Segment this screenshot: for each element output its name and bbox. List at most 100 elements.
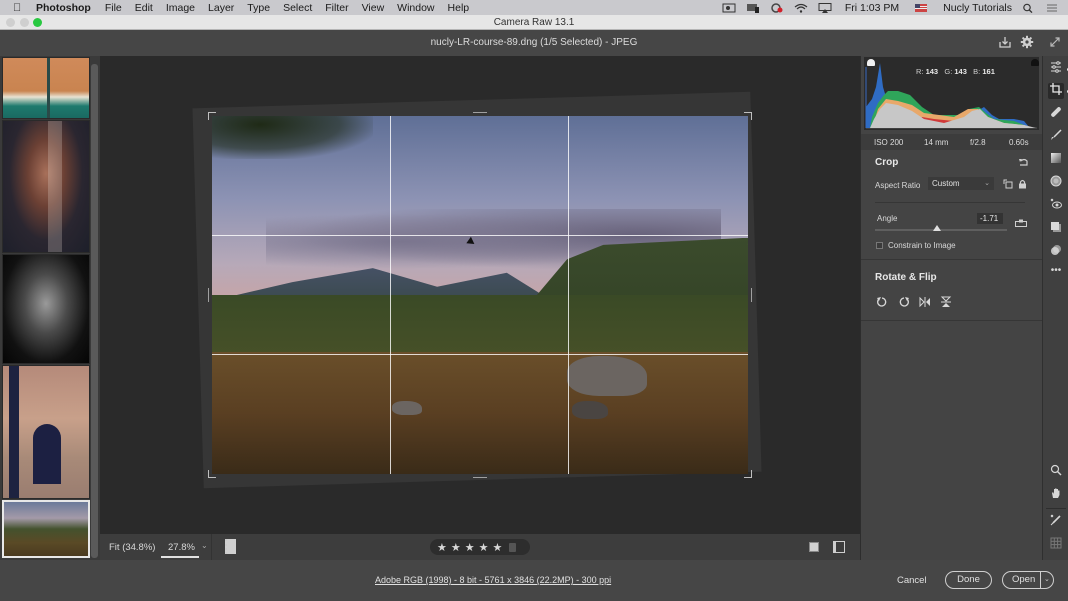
zoom-tool-icon[interactable]: [1048, 464, 1064, 480]
rating-star-4[interactable]: ★: [479, 541, 489, 554]
straighten-tool-icon[interactable]: [1015, 219, 1027, 229]
reset-crop-icon[interactable]: [1018, 158, 1029, 169]
open-options-chevron-icon[interactable]: ⌄: [1044, 572, 1050, 588]
crop-handle-top[interactable]: [473, 112, 487, 113]
flip-horizontal-icon[interactable]: [918, 296, 932, 310]
crop-handle-right[interactable]: [751, 288, 752, 302]
photo-preview[interactable]: [212, 116, 748, 474]
zoom-dropdown-chevron-icon[interactable]: ⌄: [201, 541, 208, 550]
zoom-fit-button[interactable]: Fit (34.8%): [109, 542, 155, 553]
flip-vertical-icon[interactable]: [939, 296, 953, 310]
menu-image[interactable]: Image: [166, 2, 195, 14]
rating-star-5[interactable]: ★: [493, 541, 503, 554]
before-after-view-icon[interactable]: [833, 541, 845, 553]
constrain-to-image-checkbox[interactable]: [876, 242, 883, 249]
highlight-clipping-warning-icon[interactable]: [1031, 59, 1039, 66]
open-button-label[interactable]: Open: [1012, 572, 1035, 588]
workflow-options-link[interactable]: Adobe RGB (1998) - 8 bit - 5761 x 3846 (…: [375, 575, 611, 585]
rotate-right-icon[interactable]: [897, 296, 911, 310]
open-button[interactable]: Open ⌄: [1002, 571, 1054, 589]
done-button[interactable]: Done: [945, 571, 992, 589]
crop-handle-bottom-right[interactable]: [744, 470, 752, 478]
wifi-icon[interactable]: [793, 3, 809, 13]
crop-handle-top-left[interactable]: [208, 112, 216, 120]
apple-logo-icon[interactable]: : [13, 2, 26, 14]
us-flag-icon[interactable]: [913, 3, 929, 13]
thumbnail-portrait-veil[interactable]: [2, 120, 90, 253]
crop-handle-left[interactable]: [208, 288, 209, 302]
radial-filter-icon[interactable]: [1048, 175, 1064, 191]
menu-view[interactable]: View: [362, 2, 385, 14]
file-title: nucly-LR-course-89.dng (1/5 Selected) - …: [430, 37, 638, 48]
exif-info-bar: ISO 200 14 mm f/2.8 0.60s: [861, 134, 1043, 150]
airplay-icon[interactable]: [817, 2, 833, 13]
aspect-ratio-label: Aspect Ratio: [875, 181, 921, 190]
thumbnail-building-arch[interactable]: [2, 365, 90, 499]
creative-cloud-icon[interactable]: [769, 2, 785, 13]
menubar-user-name[interactable]: Nucly Tutorials: [943, 2, 1012, 14]
crop-grid-line: [568, 116, 569, 474]
minimize-window-button[interactable]: [20, 18, 29, 27]
thumbnail-portrait-bw[interactable]: [2, 254, 90, 364]
menu-layer[interactable]: Layer: [208, 2, 234, 14]
presets-icon[interactable]: [1048, 244, 1064, 260]
settings-gear-icon[interactable]: [1019, 35, 1035, 51]
menu-file[interactable]: File: [105, 2, 122, 14]
photo-rock: [392, 401, 422, 415]
rating-star-2[interactable]: ★: [451, 541, 461, 554]
angle-slider-thumb[interactable]: [933, 225, 942, 231]
zoom-window-button[interactable]: [33, 18, 42, 27]
aspect-ratio-dropdown[interactable]: Custom ⌄: [928, 177, 994, 190]
masking-brush-icon[interactable]: [1048, 129, 1064, 145]
constrain-to-image-label[interactable]: Constrain to Image: [888, 241, 956, 250]
shadow-clipping-warning-icon[interactable]: [867, 59, 875, 66]
menubar-clock[interactable]: Fri 1:03 PM: [845, 2, 899, 14]
camera-recording-icon[interactable]: [721, 3, 737, 13]
thumbnail-aerial-beach[interactable]: [2, 57, 90, 119]
zoom-level-underline: [161, 556, 199, 558]
crop-handle-bottom-left[interactable]: [208, 470, 216, 478]
divider: [861, 259, 1043, 260]
notification-center-icon[interactable]: [1044, 3, 1060, 13]
single-view-icon[interactable]: [809, 542, 819, 552]
menu-window[interactable]: Window: [397, 2, 434, 14]
crop-handle-bottom[interactable]: [473, 477, 487, 478]
filmstrip-toggle-icon[interactable]: [225, 539, 236, 554]
spotlight-search-icon[interactable]: [1020, 3, 1036, 13]
more-options-icon[interactable]: •••: [1048, 263, 1064, 279]
cancel-button[interactable]: Cancel: [897, 575, 927, 586]
orientation-toggle-icon[interactable]: [1003, 179, 1013, 191]
menu-edit[interactable]: Edit: [135, 2, 153, 14]
zoom-level-value[interactable]: 27.8%: [168, 542, 195, 553]
b-value: 161: [982, 67, 995, 76]
grid-overlay-icon[interactable]: [1048, 537, 1064, 553]
color-sampler-icon[interactable]: [1048, 514, 1064, 530]
menu-select[interactable]: Select: [283, 2, 312, 14]
rating-star-3[interactable]: ★: [465, 541, 475, 554]
filmstrip-scrollbar[interactable]: [91, 64, 98, 558]
close-window-button[interactable]: [6, 18, 15, 27]
angle-value-input[interactable]: -1.71: [977, 213, 1003, 224]
save-image-icon[interactable]: [997, 35, 1013, 51]
display-icon[interactable]: [745, 3, 761, 13]
lock-aspect-icon[interactable]: [1018, 179, 1027, 191]
linear-gradient-icon[interactable]: [1048, 152, 1064, 168]
mac-menu-bar:  Photoshop File Edit Image Layer Type S…: [0, 0, 1068, 15]
rotate-left-icon[interactable]: [875, 296, 889, 310]
snapshots-icon[interactable]: [1048, 221, 1064, 237]
healing-bandage-icon[interactable]: [1048, 106, 1064, 122]
menu-type[interactable]: Type: [247, 2, 270, 14]
menu-app-photoshop[interactable]: Photoshop: [36, 2, 91, 14]
crop-tool-icon[interactable]: [1048, 83, 1064, 99]
trash-icon[interactable]: [509, 542, 517, 552]
red-eye-icon[interactable]: [1048, 198, 1064, 214]
fullscreen-icon[interactable]: [1047, 35, 1063, 51]
thumbnail-mountain-landscape[interactable]: [2, 500, 90, 558]
edit-sliders-icon[interactable]: [1048, 61, 1064, 77]
hand-tool-icon[interactable]: [1048, 487, 1064, 503]
crop-handle-top-right[interactable]: [744, 112, 752, 120]
rating-star-1[interactable]: ★: [437, 541, 447, 554]
image-canvas[interactable]: [100, 56, 860, 534]
menu-filter[interactable]: Filter: [325, 2, 348, 14]
menu-help[interactable]: Help: [448, 2, 470, 14]
